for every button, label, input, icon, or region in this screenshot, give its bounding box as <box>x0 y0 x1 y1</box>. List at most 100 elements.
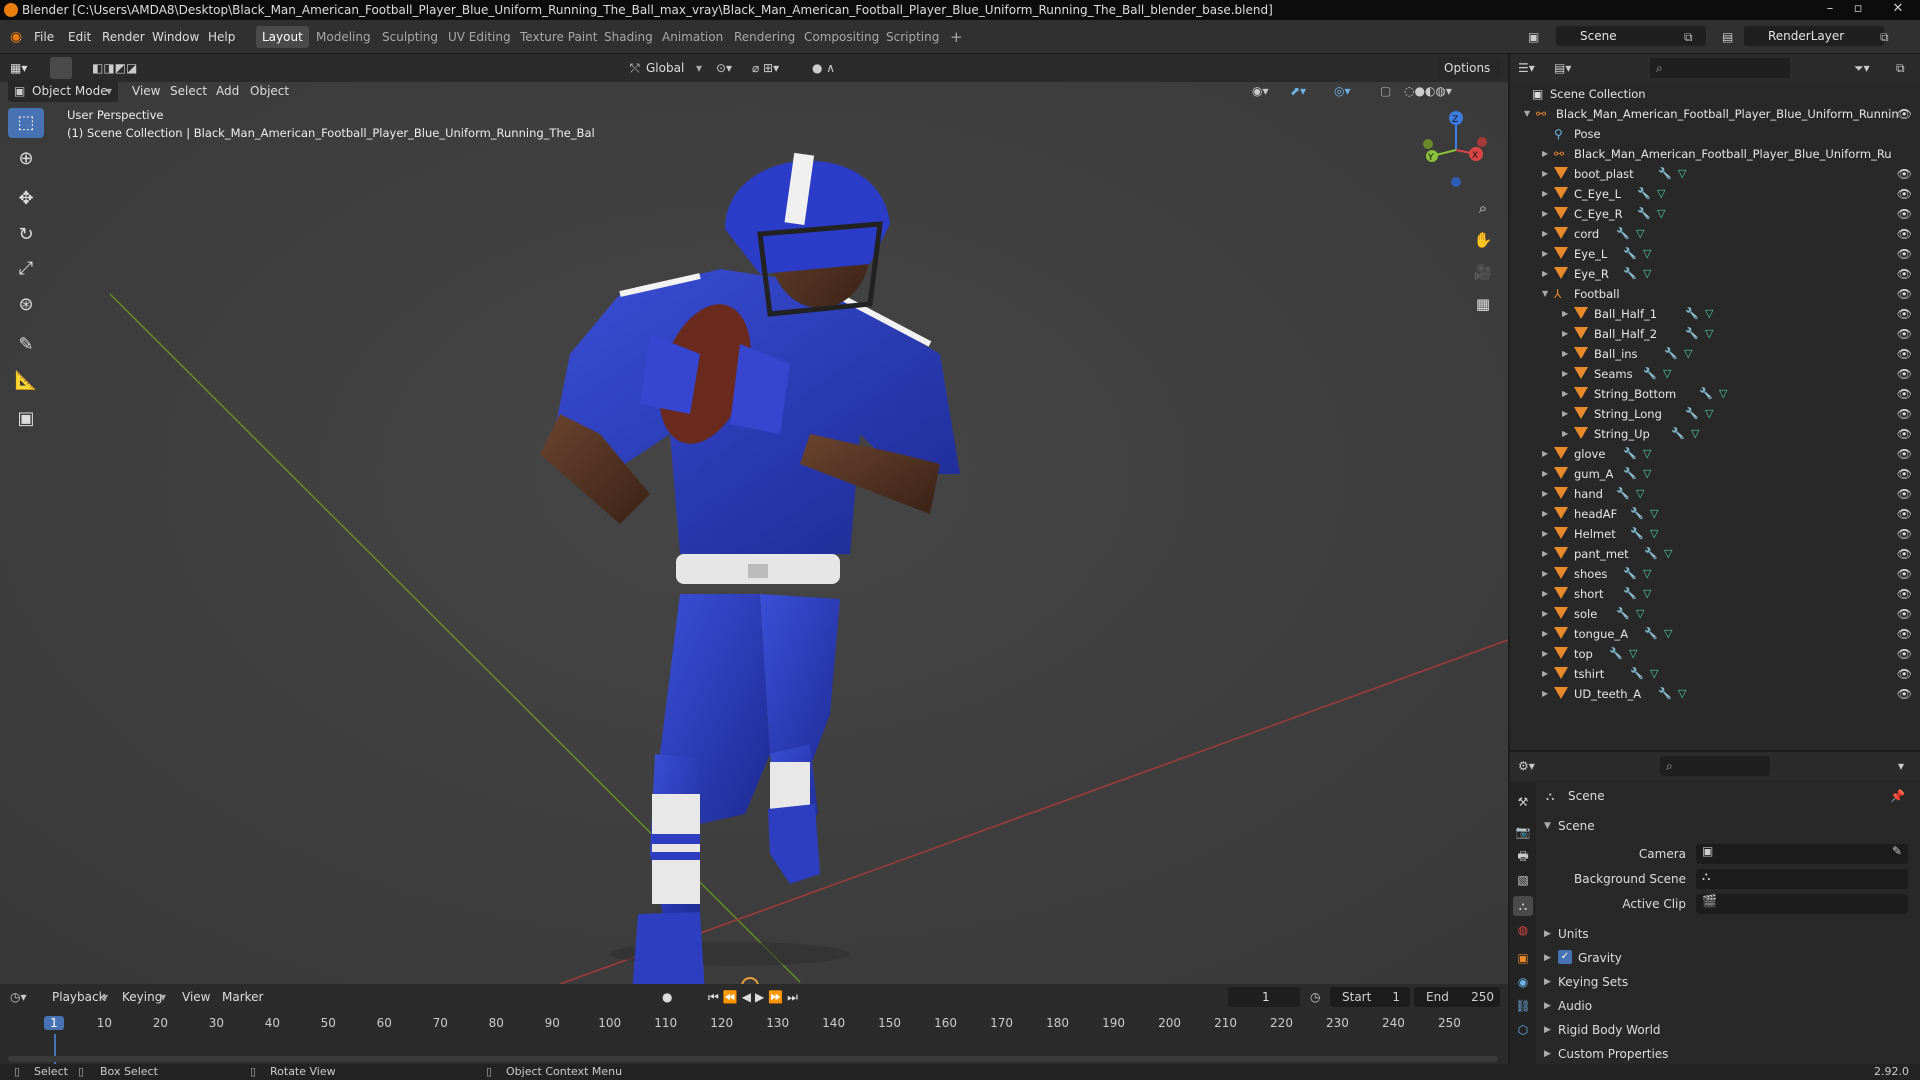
expand-chevron-icon[interactable]: ▶ <box>1542 444 1548 464</box>
modifier-icon[interactable]: 🔧 <box>1630 664 1644 684</box>
add-workspace-button[interactable]: + <box>944 26 969 48</box>
modifier-icon[interactable]: 🔧 <box>1658 164 1672 184</box>
visibility-eye-icon[interactable]: 👁 <box>1897 504 1912 524</box>
modifier-icon[interactable]: 🔧 <box>1699 384 1713 404</box>
outliner-item[interactable]: ▶ Eye_L 🔧 ▽ 👁 <box>1510 244 1920 264</box>
expand-chevron-icon[interactable]: ▶ <box>1542 684 1548 704</box>
scene-panel-chevron-icon[interactable]: ▼ <box>1544 816 1551 836</box>
transform-orientation-dropdown[interactable]: Global <box>646 58 684 78</box>
modifier-icon[interactable]: 🔧 <box>1616 604 1630 624</box>
modifier-icon[interactable]: 🔧 <box>1637 204 1651 224</box>
outliner-item[interactable]: ▶ Eye_R 🔧 ▽ 👁 <box>1510 264 1920 284</box>
mesh-data-icon[interactable]: ▽ <box>1650 524 1658 544</box>
select-tool-button[interactable] <box>50 57 72 79</box>
modifier-icon[interactable]: 🔧 <box>1685 404 1699 424</box>
object-tab-icon[interactable]: ▣ <box>1513 948 1533 968</box>
current-frame-marker[interactable]: 1 <box>44 1016 64 1030</box>
visibility-eye-icon[interactable]: 👁 <box>1897 344 1912 364</box>
custom-props-chevron-icon[interactable]: ▶ <box>1544 1044 1551 1064</box>
visibility-eye-icon[interactable]: 👁 <box>1897 624 1912 644</box>
expand-chevron-icon[interactable]: ▶ <box>1562 344 1568 364</box>
visibility-eye-icon[interactable]: 👁 <box>1897 444 1912 464</box>
expand-chevron-icon[interactable]: ▶ <box>1542 204 1548 224</box>
visibility-eye-icon[interactable]: 👁 <box>1897 364 1912 384</box>
output-tab-icon[interactable]: 🖶 <box>1513 846 1533 866</box>
tab-layout[interactable]: Layout <box>256 26 309 48</box>
transform-tool-icon[interactable]: ⊛ <box>8 290 44 320</box>
expand-chevron-icon[interactable]: ▶ <box>1542 564 1548 584</box>
blender-menu-icon[interactable]: ◉ <box>10 27 22 47</box>
custom-properties-subpanel[interactable]: Custom Properties <box>1558 1044 1668 1064</box>
expand-chevron-icon[interactable]: ▶ <box>1562 424 1568 444</box>
end-frame-field[interactable]: End 250 <box>1414 987 1500 1007</box>
mesh-data-icon[interactable]: ▽ <box>1629 644 1637 664</box>
physics-tab-icon[interactable]: ◉ <box>1513 972 1533 992</box>
timeline-scrollbar[interactable] <box>8 1056 1498 1062</box>
outliner-item[interactable]: ▼ ⅄ Football 👁 <box>1510 284 1920 304</box>
tab-scripting[interactable]: Scripting <box>880 26 945 48</box>
modifier-icon[interactable]: 🔧 <box>1623 564 1637 584</box>
modifier-icon[interactable]: 🔧 <box>1616 484 1630 504</box>
tab-rendering[interactable]: Rendering <box>728 26 801 48</box>
data-tab-icon[interactable]: ⬡ <box>1513 1020 1533 1040</box>
expand-chevron-icon[interactable]: ▶ <box>1542 224 1548 244</box>
expand-chevron-icon[interactable]: ▶ <box>1542 504 1548 524</box>
navigation-gizmo[interactable]: Z X Y <box>1414 108 1498 192</box>
tool-tab-icon[interactable]: ⚒ <box>1513 792 1533 812</box>
tab-uv-editing[interactable]: UV Editing <box>442 26 517 48</box>
visibility-eye-icon[interactable]: 👁 <box>1897 164 1912 184</box>
rotate-tool-icon[interactable]: ↻ <box>8 220 44 250</box>
visibility-eye-icon[interactable]: 👁 <box>1897 564 1912 584</box>
editor-type-icon[interactable]: ▦▾ <box>10 58 27 78</box>
mesh-data-icon[interactable]: ▽ <box>1705 404 1713 424</box>
expand-chevron-icon[interactable]: ▶ <box>1562 404 1568 424</box>
outliner-item[interactable]: ▶ boot_plast 🔧 ▽ 👁 <box>1510 164 1920 184</box>
menu-playback[interactable]: Playback <box>52 987 106 1007</box>
mode-dropdown[interactable]: ▣ Object Mode ▾ <box>8 80 118 102</box>
visibility-eye-icon[interactable]: 👁 <box>1897 104 1912 124</box>
modifier-icon[interactable]: 🔧 <box>1685 324 1699 344</box>
visibility-eye-icon[interactable]: 👁 <box>1897 604 1912 624</box>
expand-chevron-icon[interactable]: ▶ <box>1542 244 1548 264</box>
mesh-data-icon[interactable]: ▽ <box>1705 304 1713 324</box>
outliner-search-input[interactable]: ⌕ <box>1650 58 1790 78</box>
visibility-eye-icon[interactable]: 👁 <box>1897 544 1912 564</box>
pivot-point-icon[interactable]: ⊙▾ <box>716 58 732 78</box>
expand-chevron-icon[interactable]: ▶ <box>1542 584 1548 604</box>
view-layer-tab-icon[interactable]: ▧ <box>1513 870 1533 890</box>
modifier-icon[interactable]: 🔧 <box>1637 184 1651 204</box>
keying-sets-subpanel[interactable]: Keying Sets <box>1558 972 1628 992</box>
keying-sets-chevron-icon[interactable]: ▶ <box>1544 972 1551 992</box>
menu-marker[interactable]: Marker <box>222 987 263 1007</box>
new-layer-icon[interactable]: ⧉ <box>1880 27 1889 47</box>
constraints-tab-icon[interactable]: ⛓ <box>1513 996 1533 1016</box>
mesh-data-icon[interactable]: ▽ <box>1678 684 1686 704</box>
visibility-icon[interactable]: ◉▾ <box>1252 81 1269 101</box>
outliner-item[interactable]: ▶ Seams 🔧 ▽ 👁 <box>1510 364 1920 384</box>
expand-chevron-icon[interactable]: ▶ <box>1542 484 1548 504</box>
render-tab-icon[interactable]: 📷 <box>1513 822 1533 842</box>
select-box-tool-icon[interactable]: ⬚ <box>8 108 44 138</box>
outliner-item[interactable]: ▶ top 🔧 ▽ 👁 <box>1510 644 1920 664</box>
outliner-item[interactable]: ▶ headAF 🔧 ▽ 👁 <box>1510 504 1920 524</box>
new-collection-icon[interactable]: ⧉ <box>1896 58 1905 78</box>
modifier-icon[interactable]: 🔧 <box>1623 244 1637 264</box>
expand-chevron-icon[interactable]: ▶ <box>1542 664 1548 684</box>
timeline-ruler[interactable]: 1 10 20 30 40 50 60 70 80 90 100 110 120 130 140 150 160… <box>0 1010 1508 1068</box>
visibility-eye-icon[interactable]: 👁 <box>1897 224 1912 244</box>
modifier-icon[interactable]: 🔧 <box>1616 224 1630 244</box>
menu-keying[interactable]: Keying <box>122 987 162 1007</box>
menu-select[interactable]: Select <box>170 81 207 101</box>
mesh-data-icon[interactable]: ▽ <box>1663 364 1671 384</box>
expand-chevron-icon[interactable]: ▶ <box>1562 304 1568 324</box>
mesh-data-icon[interactable]: ▽ <box>1643 584 1651 604</box>
annotate-tool-icon[interactable]: ✎ <box>8 330 44 360</box>
modifier-icon[interactable]: 🔧 <box>1630 524 1644 544</box>
proportional-edit-icon[interactable]: ● ∧ <box>812 58 835 78</box>
gravity-subpanel[interactable]: Gravity <box>1578 948 1622 968</box>
visibility-eye-icon[interactable]: 👁 <box>1897 464 1912 484</box>
outliner-item[interactable]: ▶ Helmet 🔧 ▽ 👁 <box>1510 524 1920 544</box>
outliner-item[interactable]: ▶ Ball_Half_2 🔧 ▽ 👁 <box>1510 324 1920 344</box>
gravity-chevron-icon[interactable]: ▶ <box>1544 948 1551 968</box>
view-layer-field[interactable]: RenderLayer <box>1744 26 1884 46</box>
